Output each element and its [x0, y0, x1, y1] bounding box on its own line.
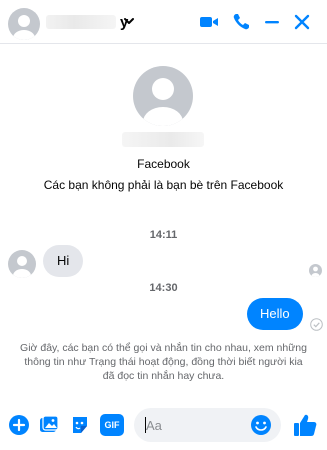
sticker-icon[interactable]	[69, 414, 91, 436]
video-call-icon[interactable]	[199, 12, 219, 32]
sender-avatar[interactable]	[8, 250, 36, 278]
redacted-profile-name	[122, 132, 204, 147]
incoming-message-bubble[interactable]: Hi	[43, 245, 84, 277]
message-composer: GIF	[0, 402, 327, 450]
close-icon[interactable]	[292, 12, 312, 32]
connection-notice: Giờ đây, các bạn có thể gọi và nhắn tin …	[20, 342, 307, 382]
message-timestamp: 14:11	[149, 229, 178, 241]
profile-source: Facebook	[137, 157, 190, 171]
read-receipt-avatar	[309, 264, 322, 277]
message-input[interactable]	[146, 408, 256, 442]
phone-icon[interactable]	[231, 12, 251, 32]
like-icon[interactable]	[292, 412, 318, 438]
emoji-icon[interactable]	[250, 414, 272, 436]
add-icon[interactable]	[8, 414, 30, 436]
outgoing-message-bubble[interactable]: Hello	[247, 298, 303, 330]
chevron-down-icon[interactable]	[122, 14, 136, 28]
gif-icon[interactable]: GIF	[100, 414, 124, 436]
redacted-name	[46, 15, 116, 29]
message-timestamp: 14:30	[149, 282, 178, 294]
minimize-icon[interactable]	[262, 12, 282, 32]
photo-icon[interactable]	[38, 414, 60, 436]
message-input-wrap	[134, 408, 281, 442]
friendship-note: Các bạn không phải là bạn bè trên Facebo…	[43, 178, 284, 192]
chat-header: y	[0, 0, 327, 44]
contact-name[interactable]: y	[46, 12, 128, 32]
profile-avatar[interactable]	[133, 66, 193, 126]
contact-avatar[interactable]	[8, 8, 40, 40]
sent-check-icon	[310, 318, 323, 331]
